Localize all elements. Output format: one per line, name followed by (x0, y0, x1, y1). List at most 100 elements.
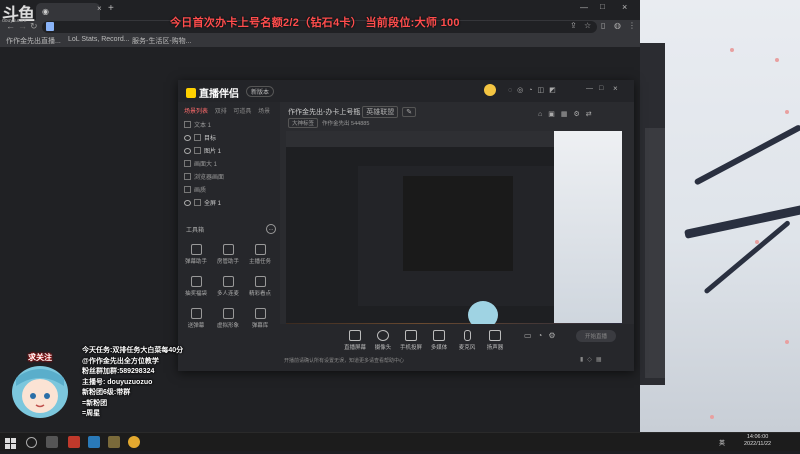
taskbar-app-icon[interactable] (88, 436, 100, 448)
eye-icon[interactable] (184, 134, 191, 141)
taskbar-app-icon[interactable] (46, 436, 58, 448)
lock-icon[interactable] (194, 147, 201, 154)
app-maximize-icon[interactable]: □ (599, 85, 603, 92)
petal (755, 240, 759, 244)
site-icon (46, 22, 54, 31)
petal (730, 48, 734, 52)
nested-wallpaper (554, 131, 622, 323)
info-line: =新粉团 (82, 399, 108, 407)
scene-item[interactable]: 文本 1 (184, 119, 211, 130)
app-minimize-icon[interactable]: — (586, 85, 593, 92)
monitor-icon (349, 330, 361, 341)
tool-danmu-assistant[interactable]: 弹幕助手 (182, 244, 210, 265)
preview-tool-icons[interactable]: ⌂▣▦⚙⇄ (538, 110, 598, 118)
scene-panel: 场景列表 双排 可道具 场景 文本 1 目标 图片 1 画面大 1 浏览器画面 … (178, 102, 281, 371)
tool-send-danmu[interactable]: 送弹幕 (182, 308, 210, 329)
room-meta: 大神标签 作作金先出 544885 (288, 118, 369, 128)
tool-label: 精彩看点 (248, 291, 271, 297)
speaker-button[interactable]: 扬声器 (482, 330, 508, 351)
scene-item[interactable]: 画质 (184, 184, 206, 195)
tool-highlights[interactable]: 精彩看点 (246, 276, 274, 297)
phone-icon (405, 330, 417, 341)
start-live-button[interactable]: 开始直播 (576, 330, 616, 342)
scene-item[interactable]: 浏览器画面 (184, 171, 224, 182)
tool-label: 多人连麦 (216, 291, 239, 297)
tool-lottery[interactable]: 抽奖福袋 (182, 276, 210, 297)
tool-host-task[interactable]: 主播任务 (246, 244, 274, 265)
tab-scenes[interactable]: 场景 (258, 109, 270, 115)
windows-start-icon[interactable] (5, 436, 16, 449)
scene-label: 图片 1 (204, 149, 222, 155)
new-tab-icon[interactable]: + (108, 3, 114, 14)
tab-duo[interactable]: 双排 (215, 109, 227, 115)
version-badge[interactable]: 新版本 (246, 86, 275, 97)
edit-icon[interactable]: ✎ (402, 107, 417, 117)
bookmark-item[interactable]: 作作金先出直播... (6, 36, 61, 46)
tool-label: 主播任务 (248, 259, 271, 265)
star-icon[interactable]: ☆ (584, 21, 591, 30)
button-label: 多媒体 (430, 345, 448, 351)
tool-multi-mic[interactable]: 多人连麦 (214, 276, 242, 297)
wallpaper-blade (684, 203, 800, 239)
petal (710, 415, 714, 419)
maximize-icon[interactable]: □ (600, 2, 605, 11)
scene-item[interactable]: 全屏 1 (184, 197, 221, 208)
scene-item[interactable]: 图片 1 (184, 145, 221, 156)
user-avatar[interactable] (484, 84, 496, 96)
camera-button[interactable]: 摄像头 (370, 330, 396, 351)
info-line: @作作金先出全方位教学 (82, 357, 159, 365)
status-icons: ▮◇▦ (580, 357, 606, 363)
app-close-icon[interactable]: × (613, 84, 618, 93)
tab-scene-list[interactable]: 场景列表 (184, 109, 208, 115)
sidepanel-icon[interactable]: ▯ (601, 21, 605, 30)
minimize-icon[interactable]: — (580, 3, 588, 12)
tool-label: 房管助手 (216, 259, 239, 265)
profile-icon[interactable]: ◍ (614, 21, 621, 30)
bookmark-item[interactable]: LoL Stats, Record... (68, 36, 130, 43)
media-button[interactable]: 多媒体 (426, 330, 452, 351)
live-preview[interactable] (286, 131, 622, 344)
toolbox-more-icon[interactable]: … (266, 224, 276, 234)
tool-danmu-library[interactable]: 弹幕库 (246, 308, 274, 329)
tool-avatar[interactable]: 虚拟形象 (214, 308, 242, 329)
taskbar-app-icon[interactable] (108, 436, 120, 448)
lock-icon[interactable] (194, 199, 201, 206)
tag-chip[interactable]: 大神标签 (288, 118, 319, 128)
background-window-panel (645, 128, 665, 378)
tool-label: 送弹幕 (187, 323, 205, 329)
media-icon (433, 330, 445, 341)
bookmark-item[interactable]: 服务-生活区-购物... (132, 36, 192, 46)
category-chip[interactable]: 英雄联盟 (362, 106, 399, 118)
tab-favicon-icon: ◉ (42, 7, 49, 16)
tool-room-admin[interactable]: 房管助手 (214, 244, 242, 265)
tab-props[interactable]: 可道具 (233, 109, 251, 115)
status-text: 开播前请确认所有设置无误，知道更多请查看帮助中心 (284, 358, 405, 364)
input-language[interactable]: 英 (719, 438, 725, 447)
eye-icon[interactable] (184, 147, 191, 154)
lock-icon[interactable] (194, 134, 201, 141)
clock-time: 14:06:00 (746, 434, 769, 440)
eye-icon[interactable] (184, 199, 191, 206)
microphone-button[interactable]: 麦克风 (454, 330, 480, 351)
stream-title-overlay: 今日首次办卡上号名额2/2（钻石4卡） 当前段位:大师 100 (170, 17, 460, 29)
scene-item[interactable]: 目标 (184, 132, 216, 143)
screen-capture-button[interactable]: 直播屏幕 (342, 330, 368, 351)
scene-label: 画面大 1 (194, 162, 218, 168)
search-icon[interactable] (26, 437, 37, 448)
phone-cast-button[interactable]: 手机投屏 (398, 330, 424, 351)
menu-icon[interactable]: ⋮ (628, 21, 636, 30)
system-clock[interactable]: 14:06:00 2022/11/22 (744, 434, 771, 448)
header-tool-icons[interactable]: ◌◎◔◫◩ (508, 86, 561, 94)
share-icon[interactable]: ⇪ (570, 21, 577, 30)
close-icon[interactable]: × (622, 2, 627, 12)
browser-tab[interactable]: ◉ (36, 3, 100, 20)
chrome-icon[interactable] (128, 436, 140, 448)
scene-label: 目标 (204, 136, 217, 142)
taskbar-app-icon[interactable] (68, 436, 80, 448)
button-label: 直播屏幕 (343, 345, 366, 351)
scene-label: 浏览器画面 (194, 175, 225, 181)
extra-control-icons[interactable]: ▭◔⚙ (524, 331, 562, 340)
scene-item[interactable]: 画面大 1 (184, 158, 217, 169)
camera-icon (377, 330, 389, 341)
tab-close-icon[interactable]: × (97, 4, 102, 13)
